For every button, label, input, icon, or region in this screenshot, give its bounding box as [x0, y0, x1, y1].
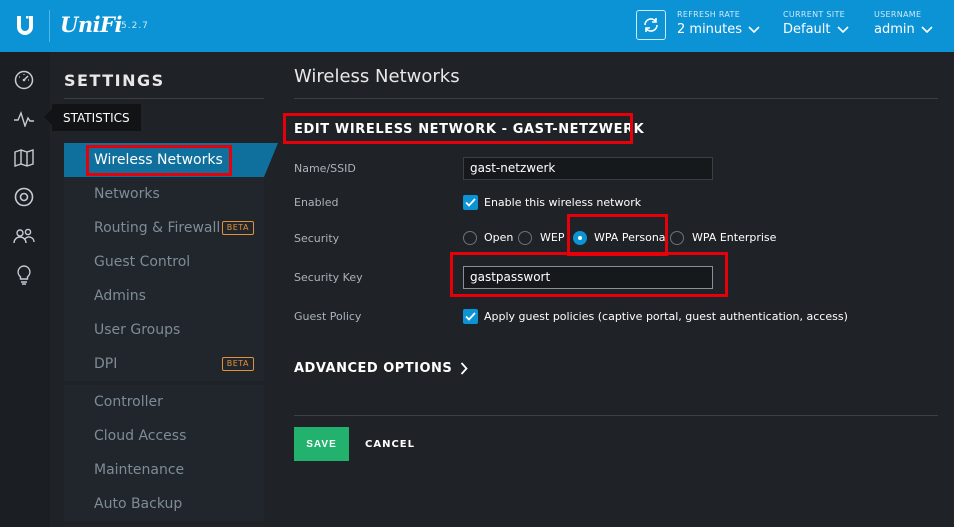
sidebar-item-label: Cloud Access	[94, 428, 187, 444]
version-label: 5.2.7	[121, 21, 149, 31]
refresh-button[interactable]	[636, 10, 666, 40]
dashboard-icon[interactable]	[13, 69, 35, 91]
save-button[interactable]: SAVE	[294, 427, 349, 461]
security-option-label: Open	[484, 231, 514, 244]
security-label: Security	[294, 232, 340, 245]
sidebar-item-admins[interactable]: Admins	[64, 279, 264, 313]
beta-badge: BETA	[221, 221, 254, 235]
guest-policy-checkbox[interactable]	[463, 309, 478, 324]
map-icon[interactable]	[13, 147, 35, 169]
guest-policy-description: Apply guest policies (captive portal, gu…	[484, 310, 848, 323]
sidebar-item-label: Admins	[94, 288, 146, 304]
clients-icon[interactable]	[13, 225, 35, 247]
enable-network-checkbox[interactable]	[463, 195, 478, 210]
sidebar-item-cloud-access[interactable]: Cloud Access	[64, 419, 264, 453]
sidebar-item-dpi[interactable]: DPI BETA	[64, 347, 264, 381]
security-radio-wep[interactable]	[518, 231, 532, 245]
chevron-right-icon	[461, 362, 469, 375]
sidebar-item-user-groups[interactable]: User Groups	[64, 313, 264, 347]
sidebar-item-label: Guest Control	[94, 254, 191, 270]
settings-title: SETTINGS	[64, 71, 165, 90]
guest-policy-label: Guest Policy	[294, 310, 362, 323]
title-divider	[294, 98, 938, 99]
logo-divider	[49, 10, 50, 42]
sidebar-item-label: Maintenance	[94, 462, 185, 478]
highlight-security-key	[450, 252, 728, 297]
chevron-down-icon	[921, 25, 933, 33]
advanced-options-toggle[interactable]: ADVANCED OPTIONS	[294, 361, 469, 376]
page-title: Wireless Networks	[294, 66, 460, 87]
check-icon	[465, 312, 476, 321]
security-option-label: WPA Enterprise	[692, 231, 777, 244]
icon-navigation-bar	[0, 52, 50, 527]
security-key-label: Security Key	[294, 271, 363, 284]
security-option-label: WEP	[540, 231, 565, 244]
active-item-arrow	[264, 143, 278, 177]
form-divider	[294, 415, 938, 416]
sidebar-item-auto-backup[interactable]: Auto Backup	[64, 487, 264, 521]
cancel-button[interactable]: CANCEL	[361, 427, 419, 461]
enabled-label: Enabled	[294, 196, 339, 209]
ssid-input[interactable]: gast-netzwerk	[463, 157, 713, 180]
sidebar-item-label: Auto Backup	[94, 496, 183, 512]
top-bar: UniFi 5.2.7 REFRESH RATE 2 minutes CURRE…	[0, 0, 954, 52]
security-radio-open[interactable]	[463, 231, 477, 245]
refresh-rate-value: 2 minutes	[677, 22, 743, 37]
settings-divider	[64, 98, 264, 99]
advanced-options-label: ADVANCED OPTIONS	[294, 361, 453, 376]
refresh-rate-label: REFRESH RATE	[677, 10, 741, 19]
refresh-icon	[644, 18, 658, 32]
chevron-down-icon	[748, 25, 760, 33]
sidebar-item-label: DPI	[94, 356, 118, 372]
settings-nav: Wireless Networks Networks Routing & Fir…	[64, 143, 264, 521]
beta-badge: BETA	[221, 357, 254, 371]
sidebar-item-label: Controller	[94, 394, 163, 410]
sidebar-item-guest-control[interactable]: Guest Control	[64, 245, 264, 279]
username-value: admin	[874, 22, 915, 37]
current-site-selector[interactable]: CURRENT SITE Default	[783, 10, 849, 37]
username-label: USERNAME	[874, 10, 922, 19]
highlight-section-title	[283, 113, 633, 144]
statistics-tooltip: STATISTICS	[44, 104, 141, 131]
highlight-wpa-personal	[567, 214, 668, 256]
sidebar-item-controller[interactable]: Controller	[64, 385, 264, 419]
devices-icon[interactable]	[13, 186, 35, 208]
current-site-label: CURRENT SITE	[783, 10, 846, 19]
sidebar-item-routing-firewall[interactable]: Routing & Firewall BETA	[64, 211, 264, 245]
check-icon	[465, 198, 476, 207]
ssid-label: Name/SSID	[294, 162, 356, 175]
sidebar-item-networks[interactable]: Networks	[64, 177, 264, 211]
insights-icon[interactable]	[13, 264, 35, 286]
sidebar-item-maintenance[interactable]: Maintenance	[64, 453, 264, 487]
brand-name: UniFi	[60, 12, 122, 37]
security-radio-wpa-enterprise[interactable]	[670, 231, 684, 245]
refresh-rate-selector[interactable]: REFRESH RATE 2 minutes	[677, 10, 760, 37]
ubiquiti-logo-icon[interactable]	[0, 0, 50, 52]
chevron-down-icon	[836, 25, 849, 33]
sidebar-item-label: Routing & Firewall	[94, 220, 221, 236]
current-site-value: Default	[783, 22, 831, 37]
statistics-icon[interactable]	[13, 108, 35, 130]
sidebar-item-label: User Groups	[94, 322, 181, 338]
username-menu[interactable]: USERNAME admin	[874, 10, 933, 37]
enable-network-label: Enable this wireless network	[484, 196, 642, 209]
sidebar-item-label: Networks	[94, 186, 160, 202]
highlight-wireless-networks	[86, 145, 232, 176]
